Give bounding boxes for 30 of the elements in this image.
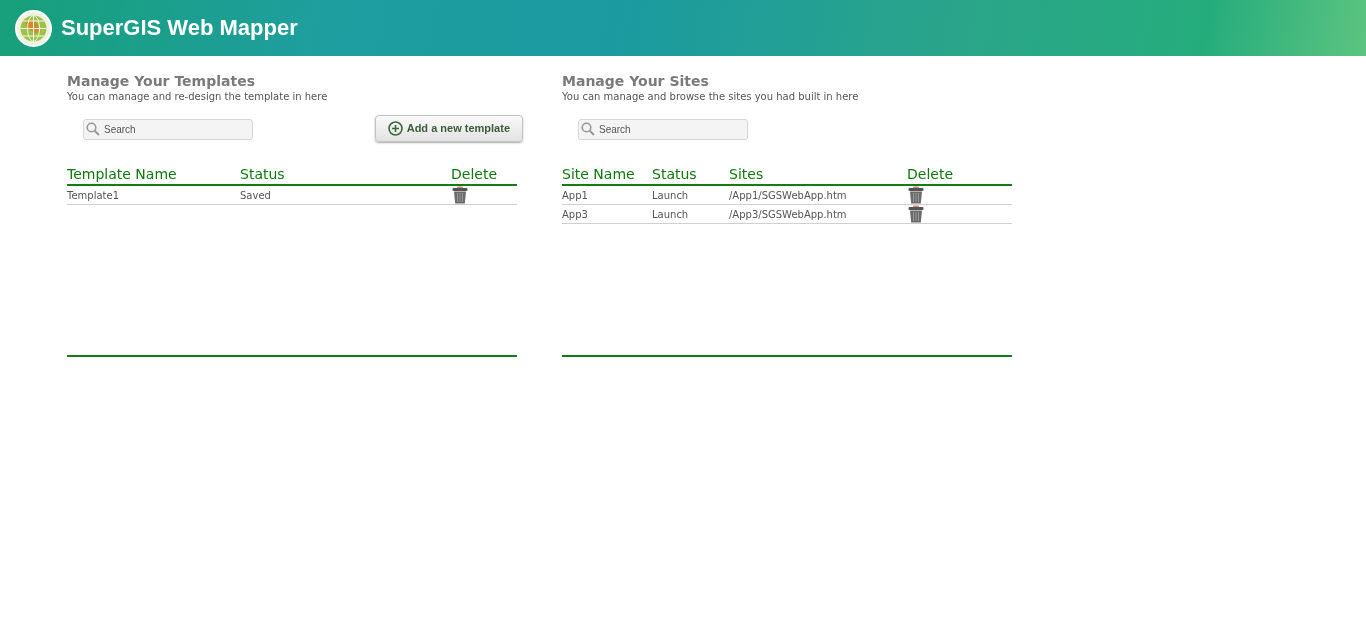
table-cell-text: /App3/SGSWebApp.htm bbox=[729, 208, 848, 220]
search-icon bbox=[86, 121, 100, 136]
table-cell-text: App1 bbox=[562, 189, 589, 201]
add-template-button[interactable]: Add a new template bbox=[374, 114, 523, 142]
column-header: Sites bbox=[729, 166, 765, 182]
panel-title: Manage Your Sites bbox=[562, 73, 710, 89]
table-cell-text: /App1/SGSWebApp.htm bbox=[729, 189, 848, 201]
panel-title: Manage Your Templates bbox=[67, 73, 256, 89]
column-header: Template Name bbox=[67, 166, 178, 182]
trash-icon[interactable] bbox=[907, 186, 925, 204]
search-field[interactable]: Search bbox=[578, 118, 748, 140]
column-header: Site Name bbox=[562, 166, 636, 182]
table-cell-text: App3 bbox=[562, 208, 589, 220]
panel-description: You can manage and re-design the template in here bbox=[67, 91, 329, 102]
table-cell-text: Launch bbox=[652, 189, 690, 201]
panel-description: You can manage and browse the sites you had built in here bbox=[562, 91, 860, 102]
globe-logo-icon bbox=[15, 9, 52, 47]
column-header: Status bbox=[652, 166, 698, 182]
trash-icon[interactable] bbox=[451, 186, 469, 204]
table-cell-text: Saved bbox=[240, 189, 272, 201]
column-header: Delete bbox=[907, 166, 953, 182]
trash-icon[interactable] bbox=[907, 205, 925, 223]
column-header: Delete bbox=[451, 166, 497, 182]
table-cell-text: Launch bbox=[652, 208, 690, 220]
search-icon bbox=[581, 121, 595, 136]
app-title: SuperGIS Web Mapper bbox=[61, 15, 298, 41]
column-header: Status bbox=[240, 166, 286, 182]
plus-circle-icon bbox=[387, 120, 403, 136]
search-field[interactable]: Search bbox=[83, 118, 253, 140]
table-cell-text: Template1 bbox=[67, 189, 120, 201]
